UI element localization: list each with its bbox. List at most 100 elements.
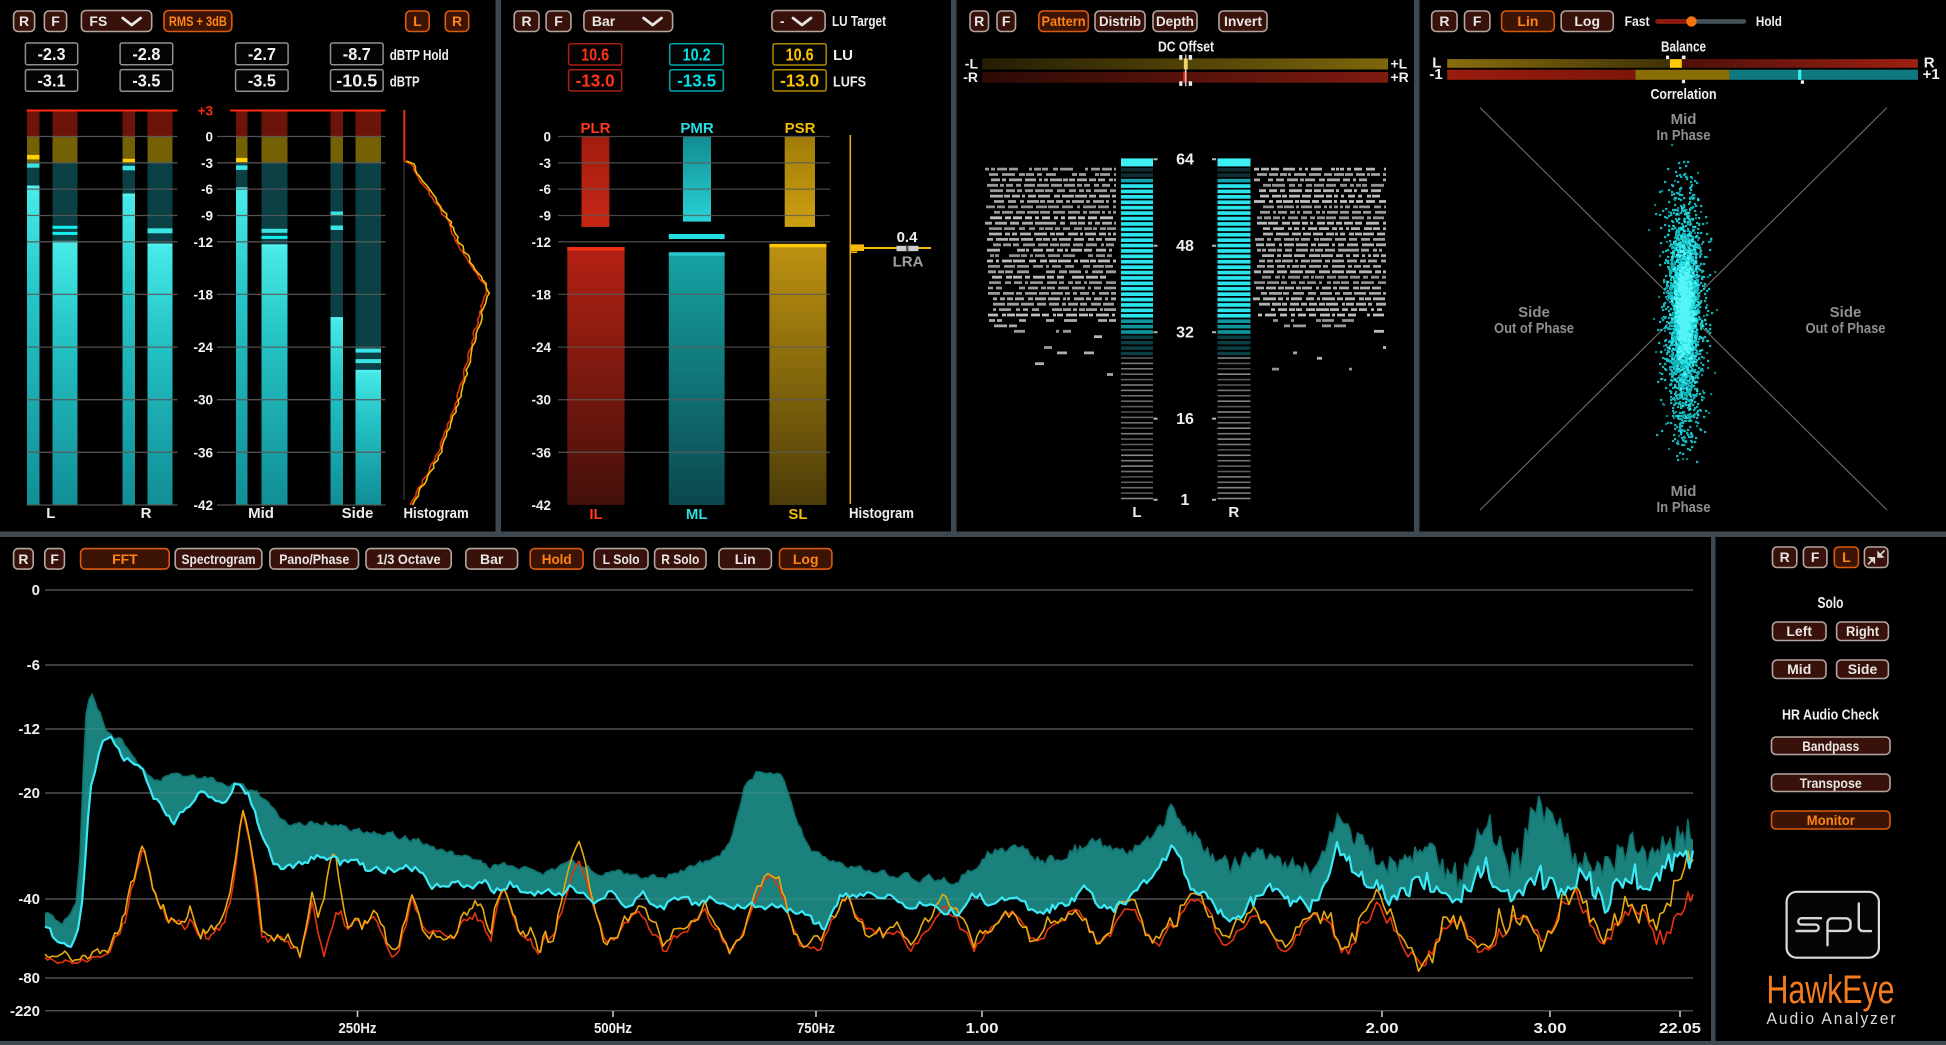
svg-text:0.4: 0.4 [897,229,919,246]
svg-text:-2.3: -2.3 [38,44,66,64]
svg-text:3.00: 3.00 [1534,1020,1567,1037]
svg-text:FFT: FFT [112,551,138,567]
svg-text:Monitor: Monitor [1807,812,1856,828]
svg-text:Audio Analyzer: Audio Analyzer [1767,1010,1898,1028]
svg-text:Pano/Phase: Pano/Phase [279,551,349,567]
svg-text:R Solo: R Solo [661,551,699,567]
svg-text:Out of Phase: Out of Phase [1494,320,1574,337]
svg-text:Correlation: Correlation [1651,86,1717,103]
svg-text:1: 1 [1181,492,1190,509]
svg-text:-13.0: -13.0 [780,70,819,90]
svg-text:F: F [554,13,563,29]
svg-text:+3: +3 [198,104,214,119]
svg-text:-2.7: -2.7 [248,44,276,64]
svg-text:-R: -R [963,69,978,85]
svg-text:-6: -6 [539,182,551,197]
svg-text:F: F [1473,13,1482,29]
svg-text:-6: -6 [201,182,213,197]
svg-text:Distrib: Distrib [1099,13,1141,29]
svg-text:LRA: LRA [893,254,924,271]
svg-text:R: R [19,13,29,29]
svg-text:IL: IL [589,506,602,523]
svg-text:1.00: 1.00 [966,1020,999,1037]
svg-text:-30: -30 [193,393,213,408]
svg-text:Side: Side [342,505,374,522]
svg-text:0: 0 [32,582,40,599]
svg-text:RMS + 3dB: RMS + 3dB [169,13,227,29]
svg-text:-3.1: -3.1 [38,70,66,90]
svg-text:Spectrogram: Spectrogram [182,551,256,567]
svg-text:48: 48 [1176,238,1194,255]
svg-text:In Phase: In Phase [1657,127,1711,144]
svg-text:R: R [18,551,28,567]
svg-text:L: L [46,505,55,522]
svg-text:-13.5: -13.5 [677,70,716,90]
svg-text:HawkEye: HawkEye [1767,968,1895,1012]
svg-text:-42: -42 [531,498,551,513]
svg-text:2.00: 2.00 [1366,1020,1399,1037]
svg-text:R: R [522,13,532,29]
svg-text:22.05: 22.05 [1659,1020,1701,1037]
svg-text:-3: -3 [201,156,213,171]
svg-text:Mid: Mid [1671,111,1697,128]
svg-text:-9: -9 [201,209,213,224]
svg-text:-8.7: -8.7 [343,44,371,64]
svg-text:-40: -40 [18,891,40,908]
svg-text:Mid: Mid [248,505,274,522]
svg-text:L: L [1132,504,1141,521]
svg-text:F: F [1002,13,1011,29]
svg-text:Log: Log [793,551,819,567]
svg-text:FS: FS [89,13,107,29]
svg-text:Right: Right [1846,623,1879,639]
svg-text:Bar: Bar [480,551,504,567]
svg-text:-20: -20 [18,785,40,802]
svg-text:R: R [452,13,462,29]
svg-text:Invert: Invert [1224,13,1262,29]
svg-text:F: F [1811,549,1820,565]
svg-text:Mid: Mid [1671,483,1697,500]
svg-text:Hold: Hold [1756,13,1782,29]
svg-text:Lin: Lin [735,551,756,567]
svg-text:PLR: PLR [581,120,611,137]
svg-text:-9: -9 [539,209,551,224]
svg-text:Histogram: Histogram [849,505,914,522]
svg-text:10.2: 10.2 [683,44,711,64]
svg-text:Left: Left [1786,623,1812,639]
svg-text:In Phase: In Phase [1657,499,1711,516]
svg-text:-18: -18 [531,287,551,302]
svg-text:Hold: Hold [542,551,572,567]
svg-text:Lin: Lin [1517,13,1538,29]
svg-text:L: L [413,13,422,29]
svg-text:Out of Phase: Out of Phase [1806,320,1886,337]
svg-text:R: R [974,13,984,29]
svg-text:R: R [141,505,152,522]
svg-text:ML: ML [686,506,708,523]
svg-text:-30: -30 [531,393,551,408]
svg-text:F: F [50,551,59,567]
svg-text:PSR: PSR [785,120,816,137]
svg-text:Fast: Fast [1625,13,1650,29]
svg-text:Depth: Depth [1156,13,1194,29]
svg-text:Bandpass: Bandpass [1802,738,1859,754]
svg-text:LU Target: LU Target [832,13,886,30]
svg-text:dBTP: dBTP [390,74,420,91]
svg-text:-24: -24 [531,340,551,355]
svg-text:SL: SL [788,506,807,523]
svg-text:LUFS: LUFS [833,74,866,91]
svg-text:R: R [1780,549,1790,565]
svg-text:Solo: Solo [1818,595,1844,612]
svg-text:-36: -36 [531,445,551,460]
svg-text:16: 16 [1176,411,1194,428]
svg-text:Side: Side [1830,304,1862,321]
svg-text:R: R [1439,13,1449,29]
svg-text:-3.5: -3.5 [248,70,276,90]
svg-text:Pattern: Pattern [1042,13,1086,29]
svg-text:Balance: Balance [1661,39,1706,56]
svg-text:0: 0 [543,130,551,145]
svg-text:10.6: 10.6 [786,44,814,64]
svg-text:-2.8: -2.8 [132,44,160,64]
svg-text:PMR: PMR [680,120,714,137]
svg-text:dBTP Hold: dBTP Hold [390,47,449,64]
svg-text:LU: LU [833,47,853,64]
svg-text:-3.5: -3.5 [132,70,160,90]
